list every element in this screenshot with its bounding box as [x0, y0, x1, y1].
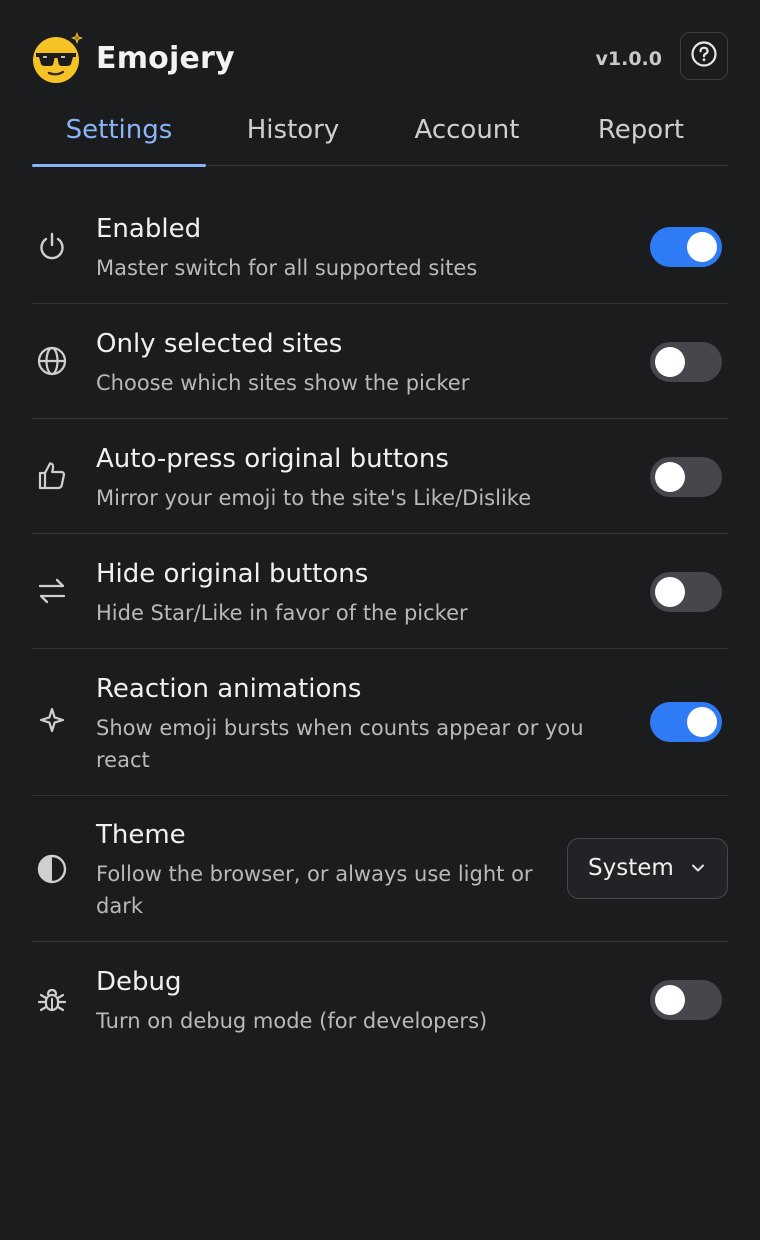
setting-enabled: Enabled Master switch for all supported …	[32, 189, 728, 304]
app-title: Emojery	[96, 41, 235, 76]
toggle-knob	[655, 985, 685, 1015]
toggle-knob	[655, 577, 685, 607]
bug-icon	[34, 982, 70, 1018]
setting-description: Show emoji bursts when counts appear or …	[96, 716, 584, 772]
setting-title: Auto-press original buttons	[96, 444, 449, 474]
hide-original-buttons-toggle[interactable]	[650, 572, 722, 612]
tab-report[interactable]: Report	[554, 100, 728, 165]
toggle-knob	[655, 347, 685, 377]
help-button[interactable]	[680, 32, 728, 80]
theme-select[interactable]: System	[567, 838, 728, 899]
auto-press-toggle[interactable]	[650, 457, 722, 497]
swap-arrows-icon	[34, 573, 70, 609]
toggle-knob	[655, 462, 685, 492]
tab-account[interactable]: Account	[380, 100, 554, 165]
setting-hide-original-buttons: Hide original buttons Hide Star/Like in …	[32, 534, 728, 649]
theme-select-value: System	[588, 855, 674, 881]
setting-description: Choose which sites show the picker	[96, 371, 470, 395]
setting-description: Mirror your emoji to the site's Like/Dis…	[96, 486, 532, 510]
sunglasses-emoji-icon	[32, 32, 84, 84]
setting-description: Turn on debug mode (for developers)	[96, 1009, 488, 1033]
tab-history[interactable]: History	[206, 100, 380, 165]
toggle-knob	[687, 232, 717, 262]
version-label: v1.0.0	[595, 48, 662, 70]
sparkle-icon	[34, 702, 70, 738]
debug-toggle[interactable]	[650, 980, 722, 1020]
thumbs-up-icon	[34, 458, 70, 494]
setting-theme: Theme Follow the browser, or always use …	[32, 796, 728, 942]
globe-icon	[34, 343, 70, 379]
only-selected-sites-toggle[interactable]	[650, 342, 722, 382]
setting-only-selected-sites: Only selected sites Choose which sites s…	[32, 304, 728, 419]
power-icon	[34, 228, 70, 264]
setting-title: Only selected sites	[96, 329, 343, 359]
tab-settings[interactable]: Settings	[32, 100, 206, 167]
setting-title: Reaction animations	[96, 674, 362, 704]
setting-title: Hide original buttons	[96, 559, 369, 589]
setting-title: Debug	[96, 967, 182, 997]
chevron-down-icon	[689, 859, 707, 881]
help-circle-icon	[690, 40, 718, 72]
setting-auto-press: Auto-press original buttons Mirror your …	[32, 419, 728, 534]
settings-list: Enabled Master switch for all supported …	[32, 189, 728, 1057]
setting-description: Master switch for all supported sites	[96, 256, 478, 280]
setting-description: Follow the browser, or always use light …	[96, 862, 533, 918]
toggle-knob	[687, 707, 717, 737]
setting-debug: Debug Turn on debug mode (for developers…	[32, 942, 728, 1057]
setting-title: Enabled	[96, 214, 202, 244]
header: Emojery v1.0.0	[32, 28, 728, 88]
contrast-icon	[34, 851, 70, 887]
setting-title: Theme	[96, 820, 186, 850]
enabled-toggle[interactable]	[650, 227, 722, 267]
app-window: Emojery v1.0.0 Settings History Account …	[0, 0, 760, 1240]
reaction-animations-toggle[interactable]	[650, 702, 722, 742]
setting-reaction-animations: Reaction animations Show emoji bursts wh…	[32, 649, 728, 796]
setting-description: Hide Star/Like in favor of the picker	[96, 601, 468, 625]
tab-bar: Settings History Account Report	[32, 100, 728, 167]
